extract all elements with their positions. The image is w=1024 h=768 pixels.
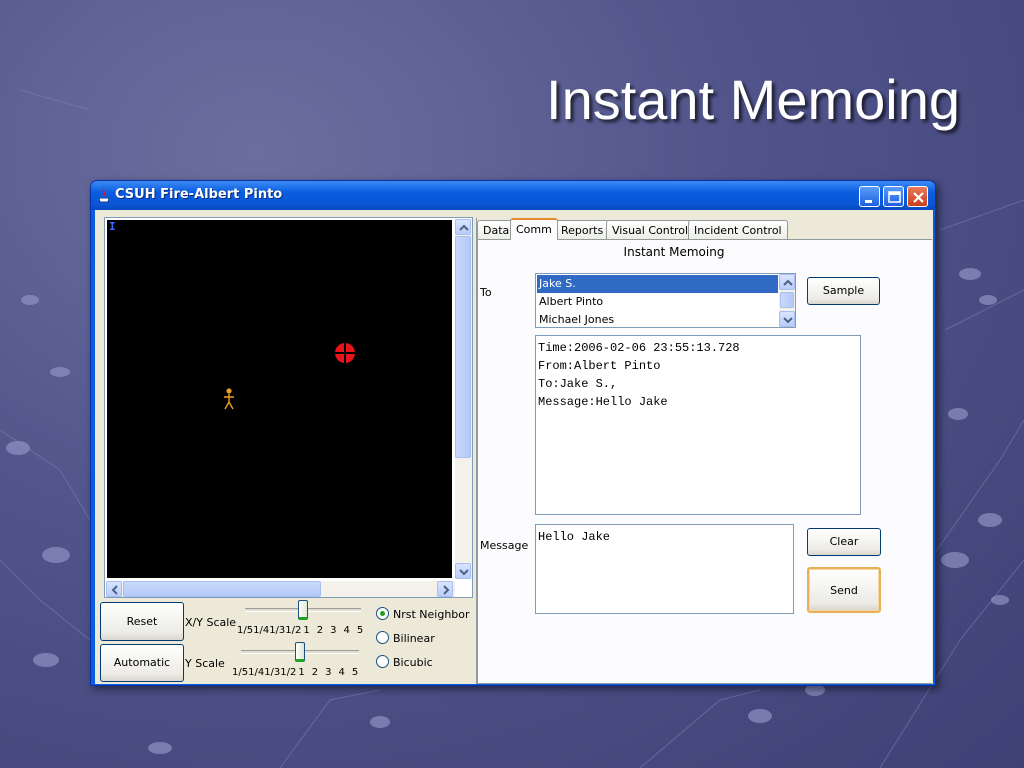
- scroll-down-button[interactable]: [455, 563, 471, 579]
- y-scale-ticks: 1/51/41/31/2 1 2 3 4 5: [232, 667, 359, 678]
- memo-log[interactable]: Time:2006-02-06 23:55:13.728 From:Albert …: [535, 335, 861, 515]
- radio-nearest-neighbor[interactable]: [376, 607, 389, 620]
- xy-scale-ticks: 1/51/41/31/2 1 2 3 4 5: [237, 625, 364, 636]
- recipient-scroll-up[interactable]: [779, 274, 795, 290]
- radio-label-bicubic: Bicubic: [393, 656, 433, 669]
- close-icon: [913, 192, 924, 203]
- slide-title: Instant Memoing: [546, 68, 960, 131]
- automatic-button[interactable]: Automatic: [100, 644, 184, 682]
- map-canvas[interactable]: I: [107, 220, 452, 578]
- xy-scale-label: X/Y Scale: [185, 616, 237, 629]
- recipient-list[interactable]: Jake S. Albert Pinto Michael Jones: [535, 273, 796, 328]
- chevron-down-icon: [459, 569, 469, 576]
- vertical-scroll-thumb[interactable]: [455, 236, 471, 458]
- scroll-up-button[interactable]: [455, 219, 471, 235]
- send-button[interactable]: Send: [807, 567, 881, 613]
- scroll-left-button[interactable]: [106, 581, 122, 597]
- to-label: To: [480, 286, 492, 299]
- tab-reports[interactable]: Reports: [555, 220, 610, 240]
- app-window: CSUH Fire-Albert Pinto I Reset Automatic…: [90, 180, 936, 686]
- maximize-icon: [888, 191, 901, 203]
- recipient-scroll-thumb[interactable]: [780, 292, 794, 308]
- message-input[interactable]: Hello Jake: [535, 524, 794, 614]
- message-label: Message: [480, 539, 529, 552]
- maximize-button[interactable]: [883, 186, 904, 207]
- memo-log-line: Message:Hello Jake: [538, 395, 668, 409]
- xy-scale-slider[interactable]: [298, 600, 308, 620]
- radio-label-nearest-neighbor: Nrst Neighbor: [393, 608, 470, 621]
- chevron-up-icon: [459, 224, 469, 231]
- radio-bilinear[interactable]: [376, 631, 389, 644]
- sample-button[interactable]: Sample: [807, 277, 880, 305]
- recipient-list-scrollbar[interactable]: [779, 274, 795, 327]
- java-app-icon: [98, 188, 110, 203]
- chevron-right-icon: [443, 585, 450, 595]
- y-scale-slider[interactable]: [295, 642, 305, 662]
- clear-button[interactable]: Clear: [807, 528, 881, 556]
- minimize-button[interactable]: [859, 186, 880, 207]
- fire-target-icon[interactable]: [334, 342, 356, 364]
- scroll-right-button[interactable]: [437, 581, 453, 597]
- chevron-down-icon: [783, 317, 793, 324]
- memo-log-line: Time:2006-02-06 23:55:13.728: [538, 341, 740, 355]
- memo-log-line: From:Albert Pinto: [538, 359, 661, 373]
- radio-label-bilinear: Bilinear: [393, 632, 435, 645]
- window-title: CSUH Fire-Albert Pinto: [115, 187, 283, 202]
- map-horizontal-scrollbar[interactable]: [106, 581, 455, 597]
- map-corner-marker: I: [109, 220, 116, 233]
- map-scroll-pane: I: [104, 217, 473, 598]
- tab-visual-control[interactable]: Visual Control: [606, 220, 695, 240]
- recipient-item[interactable]: Michael Jones: [537, 311, 778, 329]
- map-vertical-scrollbar[interactable]: [455, 219, 472, 579]
- chevron-up-icon: [783, 279, 793, 286]
- tab-incident-control[interactable]: Incident Control: [688, 220, 788, 240]
- recipient-scroll-down[interactable]: [779, 311, 795, 327]
- radio-bicubic[interactable]: [376, 655, 389, 668]
- chevron-left-icon: [111, 585, 118, 595]
- tabbed-panel: Data Comm Reports Visual Control Inciden…: [476, 218, 932, 684]
- window-title-bar[interactable]: CSUH Fire-Albert Pinto: [91, 181, 935, 210]
- reset-button[interactable]: Reset: [100, 602, 184, 641]
- recipient-item[interactable]: Jake S.: [537, 275, 778, 293]
- recipient-item[interactable]: Albert Pinto: [537, 293, 778, 311]
- y-scale-label: Y Scale: [185, 657, 225, 670]
- horizontal-scroll-thumb[interactable]: [123, 581, 321, 597]
- comm-tab-content: Instant Memoing To Jake S. Albert Pinto …: [477, 239, 932, 684]
- close-button[interactable]: [907, 186, 928, 207]
- memo-log-line: To:Jake S.,: [538, 377, 618, 391]
- person-icon[interactable]: [222, 388, 236, 410]
- minimize-icon: [865, 200, 872, 203]
- comm-heading: Instant Memoing: [623, 245, 725, 259]
- window-client-area: I Reset Automatic X/Y Scale 1/51/41/31/2…: [95, 210, 933, 684]
- tab-comm[interactable]: Comm: [510, 218, 558, 240]
